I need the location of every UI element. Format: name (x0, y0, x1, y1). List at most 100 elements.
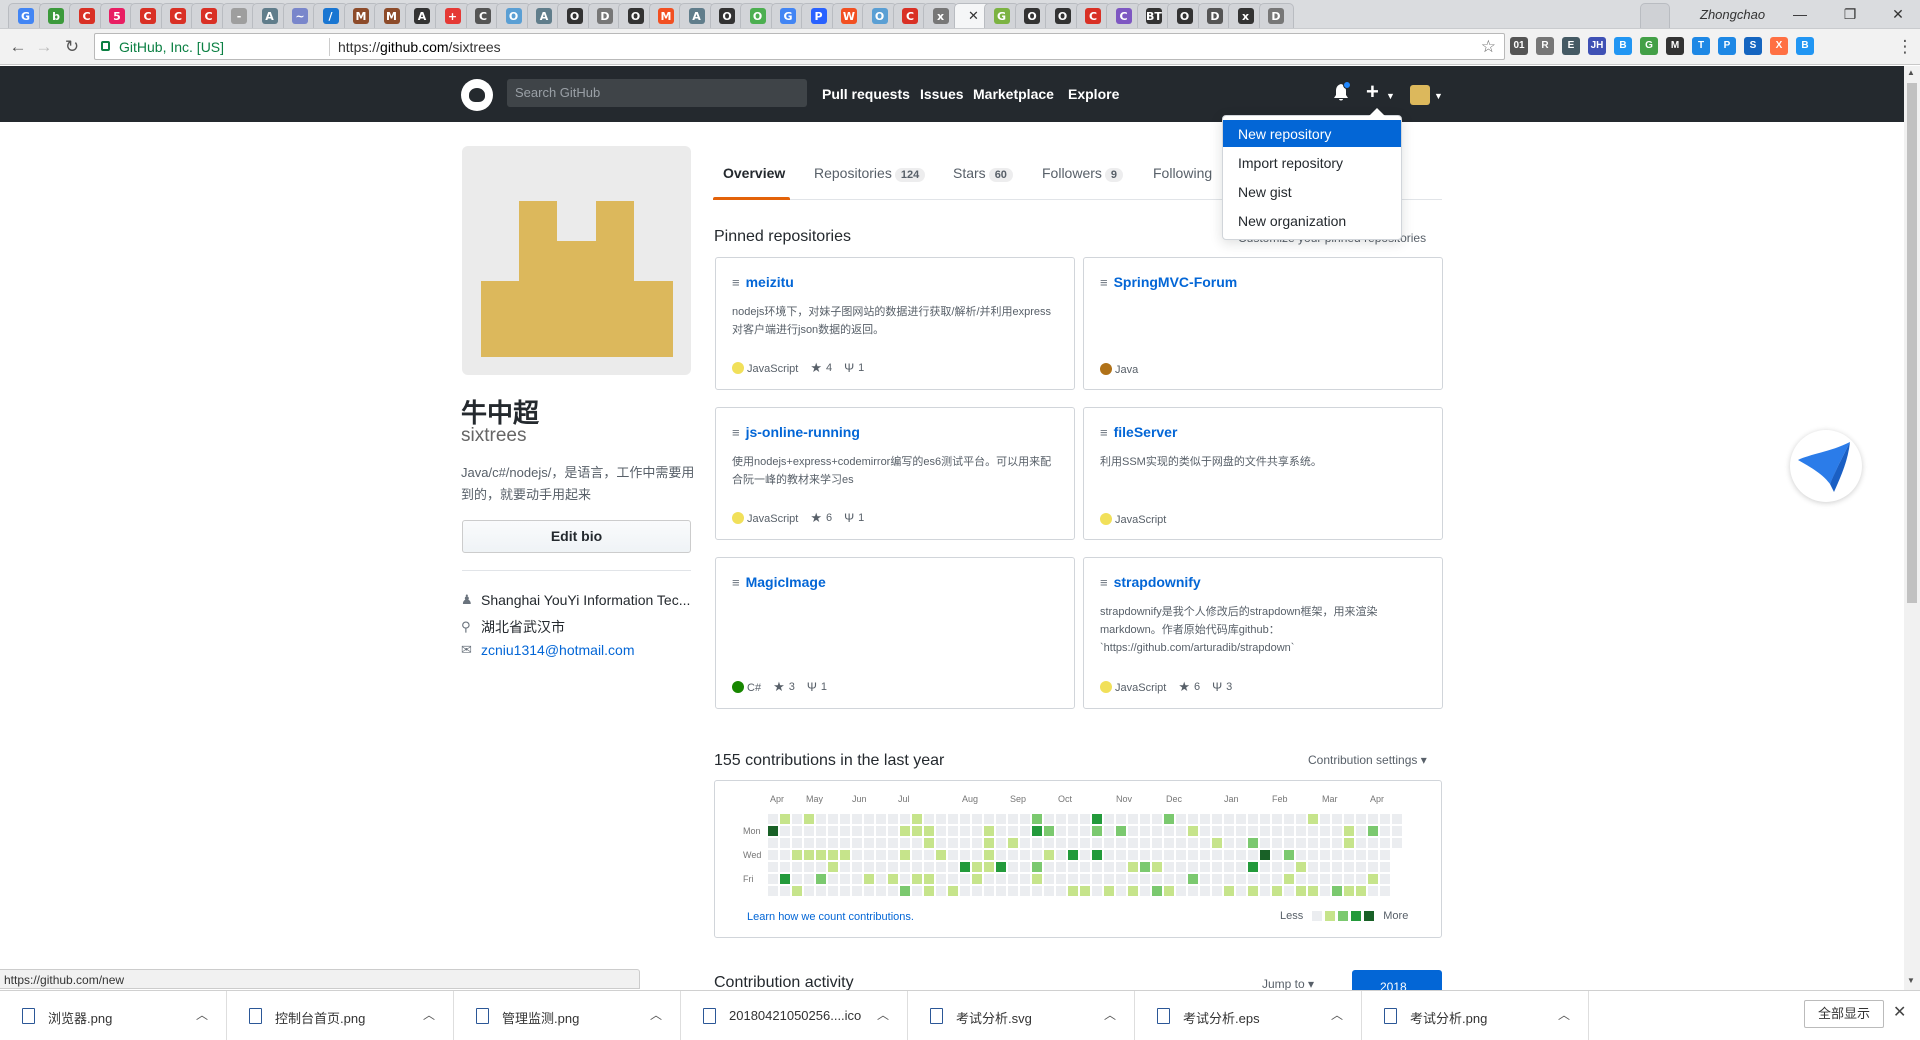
download-item[interactable]: 20180421050256....ico ︿ (681, 991, 908, 1040)
extension-icon[interactable]: T (1692, 37, 1710, 55)
menu-new-repository[interactable]: New repository (1223, 120, 1401, 147)
contribution-day[interactable] (912, 862, 922, 872)
browser-tab[interactable]: O (1045, 3, 1080, 28)
user-avatar[interactable] (1410, 85, 1430, 105)
contribution-day[interactable] (1212, 850, 1222, 860)
contribution-day[interactable] (1356, 874, 1366, 884)
scroll-thumb[interactable] (1907, 83, 1917, 603)
contribution-day[interactable] (1164, 850, 1174, 860)
contribution-day[interactable] (996, 874, 1006, 884)
pinned-repo-name[interactable]: ≡ SpringMVC-Forum (1100, 274, 1237, 290)
contribution-day[interactable] (924, 886, 934, 896)
contribution-day[interactable] (1320, 886, 1330, 896)
contribution-day[interactable] (1152, 850, 1162, 860)
contribution-day[interactable] (1116, 826, 1126, 836)
contribution-day[interactable] (864, 886, 874, 896)
contribution-day[interactable] (984, 874, 994, 884)
contribution-day[interactable] (1332, 886, 1342, 896)
contribution-day[interactable] (924, 838, 934, 848)
contribution-day[interactable] (1248, 850, 1258, 860)
contribution-day[interactable] (816, 838, 826, 848)
contribution-day[interactable] (1392, 814, 1402, 824)
contribution-day[interactable] (1152, 814, 1162, 824)
download-options-chevron-icon[interactable]: ︿ (650, 1006, 662, 1023)
contribution-day[interactable] (1260, 826, 1270, 836)
contribution-day[interactable] (840, 850, 850, 860)
contribution-day[interactable] (1380, 838, 1390, 848)
contribution-day[interactable] (876, 862, 886, 872)
download-options-chevron-icon[interactable]: ︿ (1104, 1006, 1116, 1023)
extension-icon[interactable]: G (1640, 37, 1658, 55)
browser-tab[interactable]: x (1228, 3, 1263, 28)
contribution-day[interactable] (1020, 838, 1030, 848)
contribution-day[interactable] (1284, 826, 1294, 836)
contribution-day[interactable] (1296, 814, 1306, 824)
contribution-day[interactable] (888, 850, 898, 860)
contribution-day[interactable] (1332, 838, 1342, 848)
contribution-day[interactable] (1344, 850, 1354, 860)
contribution-day[interactable] (1308, 886, 1318, 896)
contribution-day[interactable] (1356, 838, 1366, 848)
contribution-day[interactable] (768, 826, 778, 836)
email-link[interactable]: zcniu1314@hotmail.com (481, 642, 635, 658)
extension-icon[interactable]: 01 (1510, 37, 1528, 55)
contribution-day[interactable] (1212, 862, 1222, 872)
contribution-day[interactable] (1056, 838, 1066, 848)
contribution-day[interactable] (852, 826, 862, 836)
contribution-day[interactable] (900, 850, 910, 860)
contribution-day[interactable] (1320, 838, 1330, 848)
contribution-day[interactable] (804, 874, 814, 884)
contribution-day[interactable] (1164, 886, 1174, 896)
contribution-day[interactable] (1140, 874, 1150, 884)
contribution-day[interactable] (828, 886, 838, 896)
contribution-day[interactable] (1056, 886, 1066, 896)
minimize-icon[interactable]: — (1780, 3, 1820, 25)
contribution-day[interactable] (828, 838, 838, 848)
contribution-day[interactable] (1176, 814, 1186, 824)
contribution-day[interactable] (1332, 850, 1342, 860)
download-options-chevron-icon[interactable]: ︿ (1558, 1006, 1570, 1023)
browser-tab[interactable]: P (801, 3, 836, 28)
contribution-day[interactable] (1128, 862, 1138, 872)
contribution-day[interactable] (1212, 814, 1222, 824)
repo-name-link[interactable]: strapdownify (1114, 574, 1201, 590)
contribution-day[interactable] (864, 814, 874, 824)
contribution-day[interactable] (1284, 874, 1294, 884)
contribution-day[interactable] (864, 862, 874, 872)
contribution-day[interactable] (948, 886, 958, 896)
contribution-day[interactable] (1236, 850, 1246, 860)
browser-tab[interactable]: O (618, 3, 653, 28)
contribution-day[interactable] (1248, 826, 1258, 836)
contribution-day[interactable] (1224, 826, 1234, 836)
contribution-day[interactable] (852, 874, 862, 884)
contribution-day[interactable] (828, 826, 838, 836)
contribution-day[interactable] (1152, 838, 1162, 848)
browser-tab[interactable]: A (679, 3, 714, 28)
contribution-day[interactable] (1212, 826, 1222, 836)
contribution-day[interactable] (1008, 850, 1018, 860)
contribution-day[interactable] (1224, 850, 1234, 860)
contribution-day[interactable] (1188, 826, 1198, 836)
contribution-day[interactable] (1224, 886, 1234, 896)
contribution-day[interactable] (840, 838, 850, 848)
contribution-day[interactable] (1164, 874, 1174, 884)
contribution-day[interactable] (1008, 886, 1018, 896)
contribution-day[interactable] (960, 814, 970, 824)
contribution-day[interactable] (1152, 874, 1162, 884)
contribution-day[interactable] (1176, 862, 1186, 872)
contribution-day[interactable] (1332, 874, 1342, 884)
contribution-day[interactable] (948, 874, 958, 884)
contribution-day[interactable] (780, 874, 790, 884)
contribution-day[interactable] (960, 838, 970, 848)
contribution-day[interactable] (996, 886, 1006, 896)
contribution-day[interactable] (1188, 850, 1198, 860)
restore-icon[interactable]: ❐ (1830, 3, 1870, 25)
contribution-day[interactable] (888, 886, 898, 896)
contribution-day[interactable] (1188, 862, 1198, 872)
contribution-day[interactable] (792, 814, 802, 824)
contribution-day[interactable] (1248, 814, 1258, 824)
contribution-day[interactable] (1176, 874, 1186, 884)
contribution-day[interactable] (1296, 838, 1306, 848)
contribution-day[interactable] (840, 862, 850, 872)
github-search-input[interactable]: Search GitHub (507, 79, 807, 107)
